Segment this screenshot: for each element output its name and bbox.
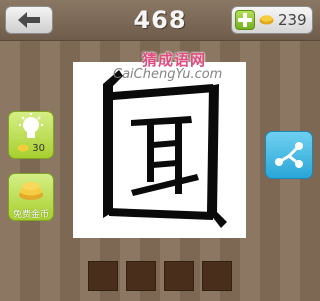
coin-icon [17, 144, 29, 152]
back-button[interactable] [5, 6, 53, 34]
watermark-site-url: CaiChengYu.com [113, 67, 223, 82]
lightbulb-icon [19, 113, 43, 138]
top-bar: 468 239 [0, 0, 320, 41]
gold-coins-icon [259, 15, 274, 25]
hint-button[interactable]: 30 [8, 111, 54, 159]
share-icon [275, 142, 303, 168]
coin-balance: 239 [231, 6, 313, 34]
free-coins-label: 免费金币 [12, 210, 49, 220]
back-arrow-icon [18, 12, 40, 28]
coin-stack-icon [19, 182, 43, 200]
plus-icon [238, 13, 252, 27]
hint-cost-value: 30 [32, 143, 45, 154]
answer-slot-4[interactable] [202, 261, 232, 291]
answer-slot-3[interactable] [164, 261, 194, 291]
puzzle-glyph [103, 70, 227, 228]
answer-slot-2[interactable] [126, 261, 156, 291]
free-coins-button[interactable]: 免费金币 [8, 173, 54, 221]
level-number: 468 [133, 6, 187, 34]
add-coins-button[interactable] [235, 10, 255, 30]
answer-slots [88, 261, 233, 293]
answer-slot-1[interactable] [88, 261, 118, 291]
share-button[interactable] [265, 131, 313, 179]
puzzle-image [73, 62, 246, 238]
coin-count: 239 [278, 11, 307, 29]
hint-cost: 30 [9, 143, 53, 154]
